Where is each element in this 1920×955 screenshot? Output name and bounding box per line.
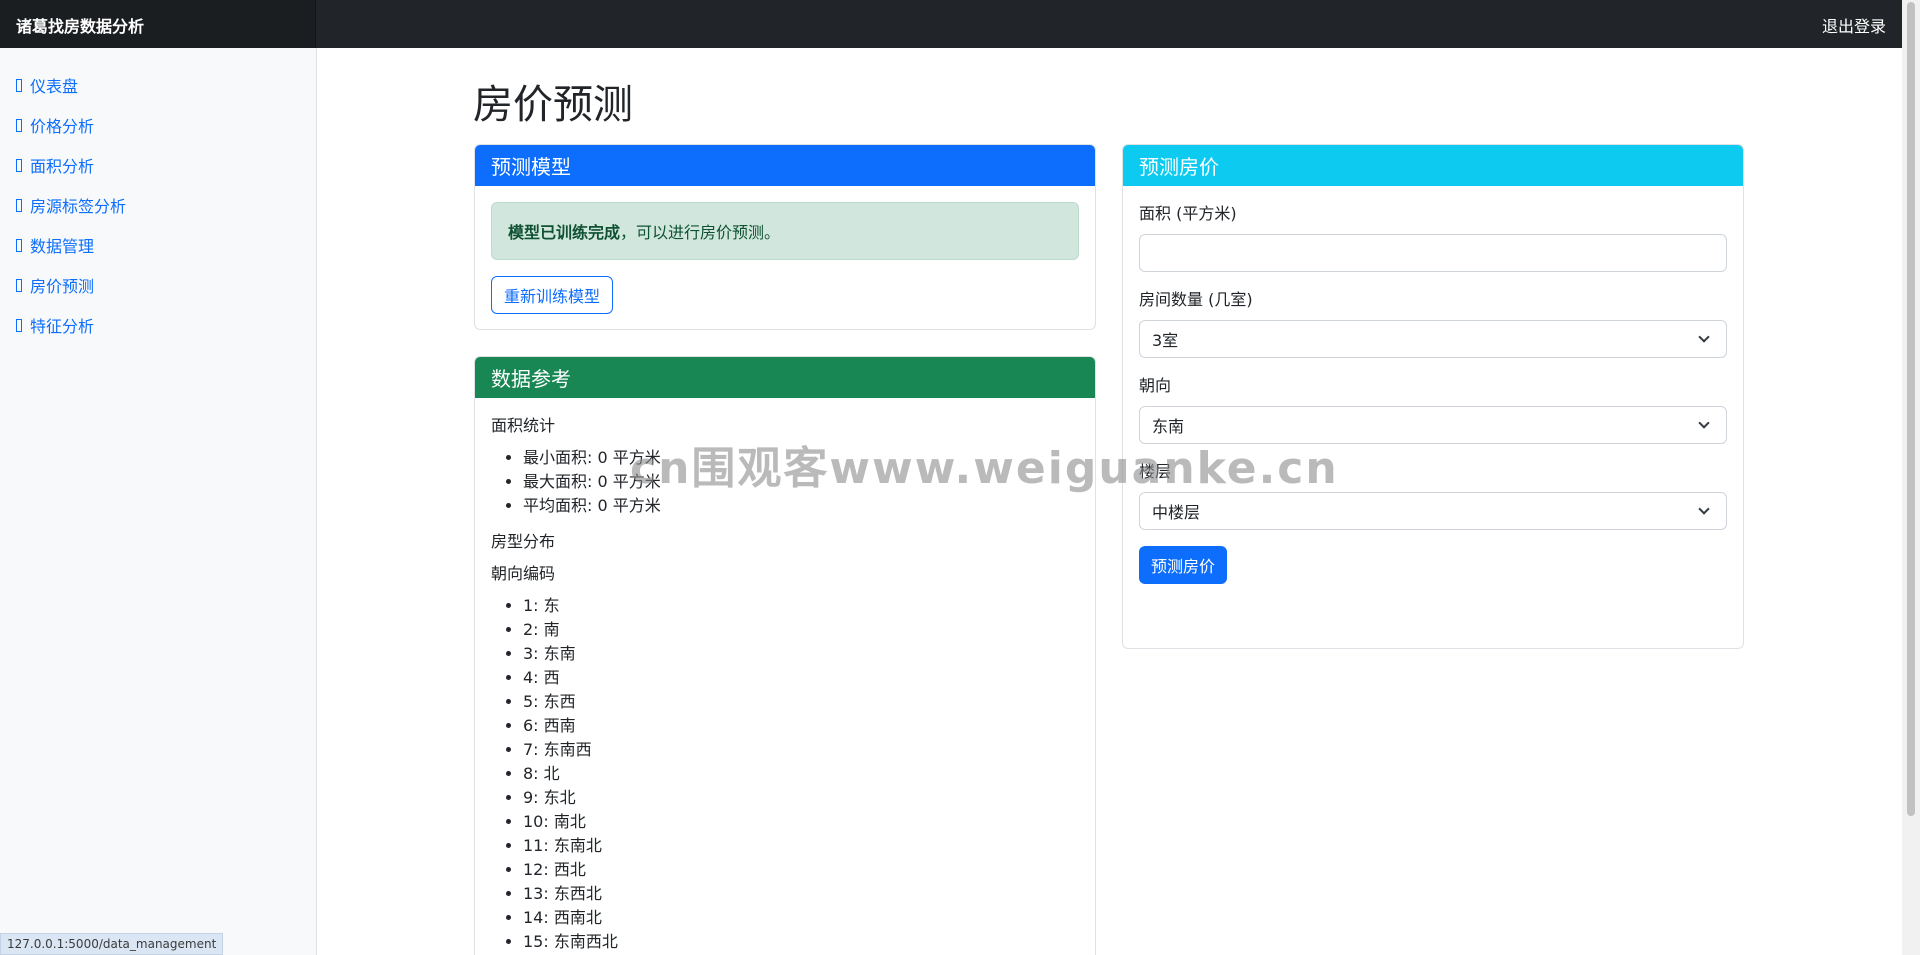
missing-glyph-icon	[16, 118, 22, 132]
sidebar-item-price-analysis[interactable]: 价格分析	[16, 113, 94, 137]
page-title: 房价预测	[473, 82, 633, 128]
area-label: 面积 (平方米)	[1139, 204, 1237, 223]
rooms-select-value: 3室	[1152, 331, 1179, 350]
model-status-alert: 模型已训练完成 ，可以进行房价预测。	[491, 202, 1079, 260]
predict-price-button[interactable]: 预测房价	[1139, 546, 1228, 584]
missing-glyph-icon	[16, 198, 22, 212]
predict-card-header: 预测房价	[1123, 145, 1743, 186]
missing-glyph-icon	[16, 158, 22, 172]
list-item: 15: 东南西北	[523, 930, 1079, 954]
sidebar-item-label: 特征分析	[30, 317, 95, 336]
sidebar-item-label: 数据管理	[30, 237, 95, 256]
sidebar-item-dashboard[interactable]: 仪表盘	[16, 73, 78, 97]
sidebar-item-area-analysis[interactable]: 面积分析	[16, 153, 94, 177]
sidebar-item-label: 面积分析	[30, 157, 95, 176]
sidebar-item-price-prediction[interactable]: 房价预测	[16, 273, 94, 297]
orientation-code-list: 1: 东 2: 南 3: 东南 4: 西 5: 东西 6: 西南 7: 东南西 …	[491, 594, 1079, 954]
list-item: 5: 东西	[523, 690, 1079, 714]
link-status-bar: 127.0.0.1:5000/data_management	[0, 933, 224, 955]
list-item: 7: 东南西	[523, 738, 1079, 762]
list-item: 2: 南	[523, 618, 1079, 642]
model-card: 预测模型 模型已训练完成 ，可以进行房价预测。 重新训练模型	[474, 144, 1096, 330]
sidebar-item-data-management[interactable]: 数据管理	[16, 233, 94, 257]
list-item: 平均面积: 0 平方米	[523, 494, 1079, 518]
list-item: 4: 西	[523, 666, 1079, 690]
sidebar-item-label: 仪表盘	[30, 77, 79, 96]
missing-glyph-icon	[16, 318, 22, 332]
list-item: 12: 西北	[523, 858, 1079, 882]
chevron-down-icon	[1698, 331, 1710, 343]
alert-text: ，可以进行房价预测。	[620, 223, 781, 242]
missing-glyph-icon	[16, 238, 22, 252]
scrollbar-thumb[interactable]	[1907, 2, 1915, 816]
brand-link[interactable]: 诸葛找房数据分析	[16, 13, 144, 37]
retrain-model-button[interactable]: 重新训练模型	[491, 276, 614, 314]
sidebar-item-tag-analysis[interactable]: 房源标签分析	[16, 193, 126, 217]
layout-distribution-title: 房型分布	[491, 532, 556, 551]
top-navbar: 诸葛找房数据分析 退出登录	[0, 0, 1902, 48]
list-item: 14: 西南北	[523, 906, 1079, 930]
sidebar-item-label: 房价预测	[30, 277, 95, 296]
floor-select[interactable]: 中楼层	[1139, 492, 1727, 530]
orientation-code-title: 朝向编码	[491, 564, 556, 583]
rooms-label: 房间数量 (几室)	[1139, 290, 1253, 309]
list-item: 13: 东西北	[523, 882, 1079, 906]
chevron-down-icon	[1698, 503, 1710, 515]
watermark-text: cn围观客www.weiguanke.cn	[630, 443, 1339, 494]
predict-card: 预测房价 面积 (平方米) 房间数量 (几室) 3室 朝向 东南 楼层 中楼层 …	[1122, 144, 1744, 649]
main-content: 房价预测 预测模型 模型已训练完成 ，可以进行房价预测。 重新训练模型 数据参考 …	[317, 48, 1902, 955]
model-card-header: 预测模型	[475, 145, 1095, 186]
chevron-down-icon	[1698, 417, 1710, 429]
list-item: 8: 北	[523, 762, 1079, 786]
list-item: 11: 东南北	[523, 834, 1079, 858]
list-item: 6: 西南	[523, 714, 1079, 738]
rooms-select[interactable]: 3室	[1139, 320, 1727, 358]
sidebar-item-feature-analysis[interactable]: 特征分析	[16, 313, 94, 337]
alert-strong-text: 模型已训练完成	[508, 223, 621, 242]
missing-glyph-icon	[16, 78, 22, 92]
logout-link[interactable]: 退出登录	[1822, 13, 1886, 37]
list-item: 3: 东南	[523, 642, 1079, 666]
vertical-scrollbar[interactable]	[1902, 0, 1920, 955]
list-item: 10: 南北	[523, 810, 1079, 834]
missing-glyph-icon	[16, 278, 22, 292]
floor-select-value: 中楼层	[1152, 503, 1201, 522]
sidebar: 仪表盘 价格分析 面积分析 房源标签分析 数据管理 房价预测 特征分析	[0, 48, 317, 955]
list-item: 1: 东	[523, 594, 1079, 618]
reference-card-header: 数据参考	[475, 357, 1095, 398]
area-input[interactable]	[1139, 234, 1727, 272]
list-item: 9: 东北	[523, 786, 1079, 810]
sidebar-item-label: 房源标签分析	[30, 197, 127, 216]
sidebar-item-label: 价格分析	[30, 117, 95, 136]
orientation-label: 朝向	[1139, 376, 1172, 395]
